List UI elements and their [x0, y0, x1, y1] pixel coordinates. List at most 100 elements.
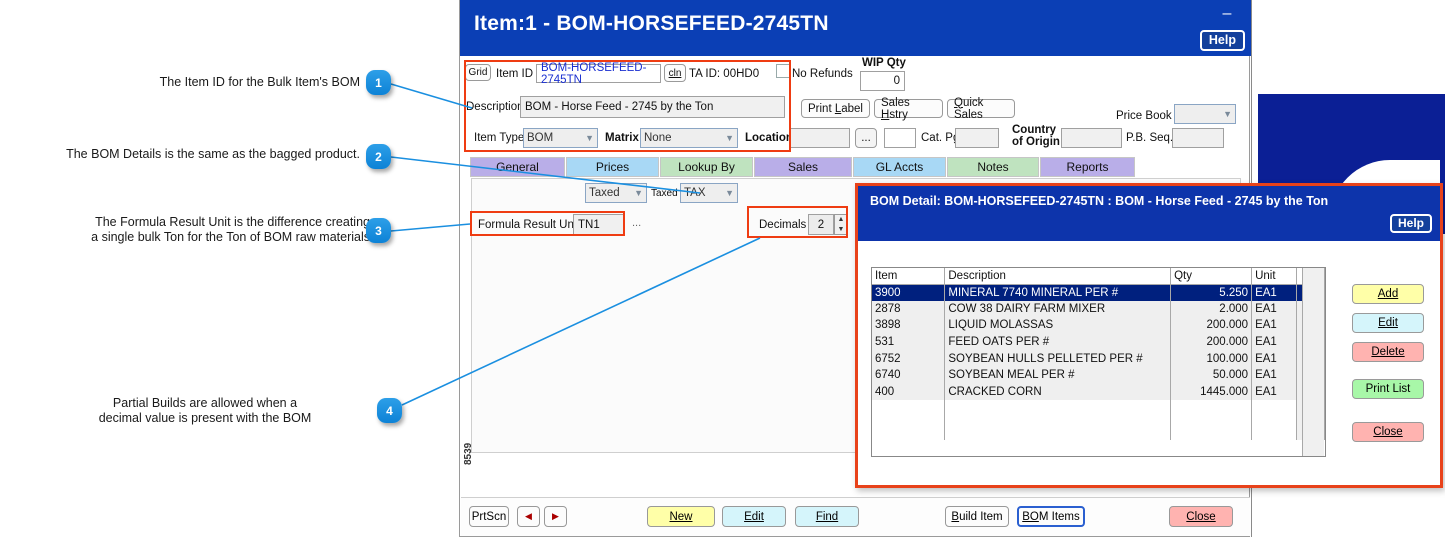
bom-close-button[interactable]: Close: [1352, 422, 1424, 442]
annotation-badge-3: 3: [366, 218, 391, 243]
build-item-button[interactable]: Build Item: [945, 506, 1009, 527]
annotation-text-4: Partial Builds are allowed when a decima…: [98, 396, 312, 425]
tab-general[interactable]: General: [470, 157, 565, 177]
grid-scrollbar[interactable]: [1302, 268, 1324, 456]
print-list-button-label: Print List: [1365, 383, 1411, 395]
print-label-button[interactable]: Print Label: [801, 99, 870, 118]
item-type-select[interactable]: BOM ▼: [523, 128, 598, 148]
cell-qty: 1445.000: [1170, 383, 1253, 401]
pb-seq-input[interactable]: [1172, 128, 1224, 148]
edit-button-label: Edit: [744, 510, 764, 523]
country-of-origin-input[interactable]: [1061, 128, 1122, 148]
page-title: Item:1 - BOM-HORSEFEED-2745TN: [474, 12, 829, 35]
taxed-label: Taxed: [651, 188, 678, 199]
item-type-label: Item Type: [474, 132, 525, 144]
cell-item: 6752: [872, 350, 946, 367]
chevron-down-icon: ▼: [585, 133, 594, 143]
formula-result-unit-input[interactable]: TN1: [573, 214, 625, 236]
find-button[interactable]: Find: [795, 506, 859, 527]
table-row[interactable]: 2878 COW 38 DAIRY FARM MIXER 2.000 EA1: [872, 300, 1326, 318]
tab-sales[interactable]: Sales: [754, 157, 852, 177]
table-row[interactable]: 6752 SOYBEAN HULLS PELLETED PER # 100.00…: [872, 350, 1326, 367]
sales-hstry-text: Sales Hstry: [881, 96, 910, 121]
wip-qty-input[interactable]: 0: [860, 71, 905, 91]
table-row[interactable]: 531 FEED OATS PER # 200.000 EA1: [872, 333, 1326, 351]
tab-notes-label: Notes: [977, 160, 1009, 174]
cell-qty: 2.000: [1170, 300, 1253, 318]
matrix-select[interactable]: None ▼: [640, 128, 738, 148]
cell-item: 2878: [872, 300, 946, 318]
cell-description: CRACKED CORN: [944, 383, 1172, 401]
item-window-footer: PrtScn ◀ ▶ New Edit Find Build Item BOM …: [461, 497, 1250, 536]
add-button[interactable]: Add: [1352, 284, 1424, 304]
bom-detail-window: BOM Detail: BOM-HORSEFEED-2745TN : BOM -…: [855, 183, 1443, 488]
grid-button[interactable]: Grid: [465, 64, 491, 81]
close-button[interactable]: Close: [1169, 506, 1233, 527]
bom-items-table: Item Description Qty Unit 3900 MINERAL 7…: [872, 268, 1326, 441]
print-label-text: Print Label: [808, 102, 863, 115]
sales-hstry-button[interactable]: Sales Hstry: [874, 96, 943, 121]
cell-description: COW 38 DAIRY FARM MIXER: [944, 300, 1172, 318]
location-browse-button[interactable]: ...: [855, 128, 877, 148]
print-list-button[interactable]: Print List: [1352, 379, 1424, 399]
edit-button[interactable]: Edit: [722, 506, 786, 527]
description-label: Description: [466, 101, 524, 113]
tab-reports[interactable]: Reports: [1040, 157, 1135, 177]
find-button-label: Find: [815, 510, 839, 523]
table-row[interactable]: 6740 SOYBEAN MEAL PER # 50.000 EA1: [872, 366, 1326, 384]
decimals-input[interactable]: 2: [808, 214, 834, 235]
col-qty: Qty: [1170, 268, 1253, 285]
new-button[interactable]: New: [647, 506, 715, 527]
tab-prices[interactable]: Prices: [566, 157, 659, 177]
location-secondary-input[interactable]: [884, 128, 916, 148]
cell-qty: 200.000: [1170, 333, 1253, 351]
formula-result-unit-browse-button[interactable]: ...: [632, 217, 641, 229]
bom-items-grid[interactable]: Item Description Qty Unit 3900 MINERAL 7…: [871, 267, 1326, 457]
bom-help-button[interactable]: Help: [1389, 214, 1432, 233]
previous-record-button[interactable]: ◀: [517, 506, 540, 527]
tab-lookup-by[interactable]: Lookup By: [660, 157, 753, 177]
tab-gl-accts[interactable]: GL Accts: [853, 157, 946, 177]
quick-sales-button[interactable]: Quick Sales: [947, 96, 1015, 121]
country-of-origin-label: Country of Origin: [1012, 124, 1060, 148]
decimals-label: Decimals: [759, 219, 807, 231]
tab-lookup-by-label: Lookup By: [678, 160, 735, 174]
cln-button[interactable]: cln: [664, 64, 686, 82]
table-row[interactable]: 3900 MINERAL 7740 MINERAL PER # 5.250 EA…: [872, 284, 1326, 301]
pb-seq-label: P.B. Seq.: [1126, 132, 1174, 144]
quick-sales-text: Quick Sales: [954, 96, 984, 121]
cell-unit: EA1: [1251, 350, 1297, 367]
taxed-select[interactable]: Taxed ▼: [585, 183, 647, 203]
item-id-input[interactable]: BOM-HORSEFEED-2745TN: [536, 62, 661, 86]
item-type-value: BOM: [527, 132, 554, 144]
cat-pg-input[interactable]: [955, 128, 999, 148]
cell-description: MINERAL 7740 MINERAL PER #: [944, 284, 1172, 301]
delete-button[interactable]: Delete: [1352, 342, 1424, 362]
cln-button-label: cln: [668, 67, 682, 79]
cell-description: FEED OATS PER #: [944, 333, 1172, 351]
location-input[interactable]: [790, 128, 850, 148]
description-input[interactable]: BOM - Horse Feed - 2745 by the Ton: [520, 96, 785, 118]
prtscn-button[interactable]: PrtScn: [469, 506, 509, 527]
cell-unit: EA1: [1251, 300, 1297, 318]
tab-prices-label: Prices: [595, 160, 630, 174]
tab-notes[interactable]: Notes: [947, 157, 1039, 177]
bom-items-button[interactable]: BOM Items: [1017, 506, 1085, 527]
cell-description: SOYBEAN HULLS PELLETED PER #: [944, 350, 1172, 367]
edit-bom-button[interactable]: Edit: [1352, 313, 1424, 333]
no-refunds-label: No Refunds: [792, 68, 853, 80]
no-refunds-checkbox[interactable]: [776, 64, 790, 78]
table-row[interactable]: 400 CRACKED CORN 1445.000 EA1: [872, 383, 1326, 401]
help-button[interactable]: Help: [1199, 30, 1245, 51]
tab-sales-label: Sales: [787, 160, 819, 174]
table-row[interactable]: 3898 LIQUID MOLASSAS 200.000 EA1: [872, 317, 1326, 334]
tax-select[interactable]: TAX ▼: [680, 183, 738, 203]
price-book-label: Price Book: [1116, 110, 1172, 122]
decimals-spinner[interactable]: ▲ ▼: [834, 214, 848, 235]
edit-bom-button-label: Edit: [1378, 317, 1398, 329]
annotation-text-1: The Item ID for the Bulk Item's BOM: [159, 75, 360, 89]
next-record-button[interactable]: ▶: [544, 506, 567, 527]
minimize-icon[interactable]: –: [1220, 6, 1234, 22]
annotation-badge-4: 4: [377, 398, 402, 423]
price-book-select[interactable]: ▼: [1174, 104, 1236, 124]
